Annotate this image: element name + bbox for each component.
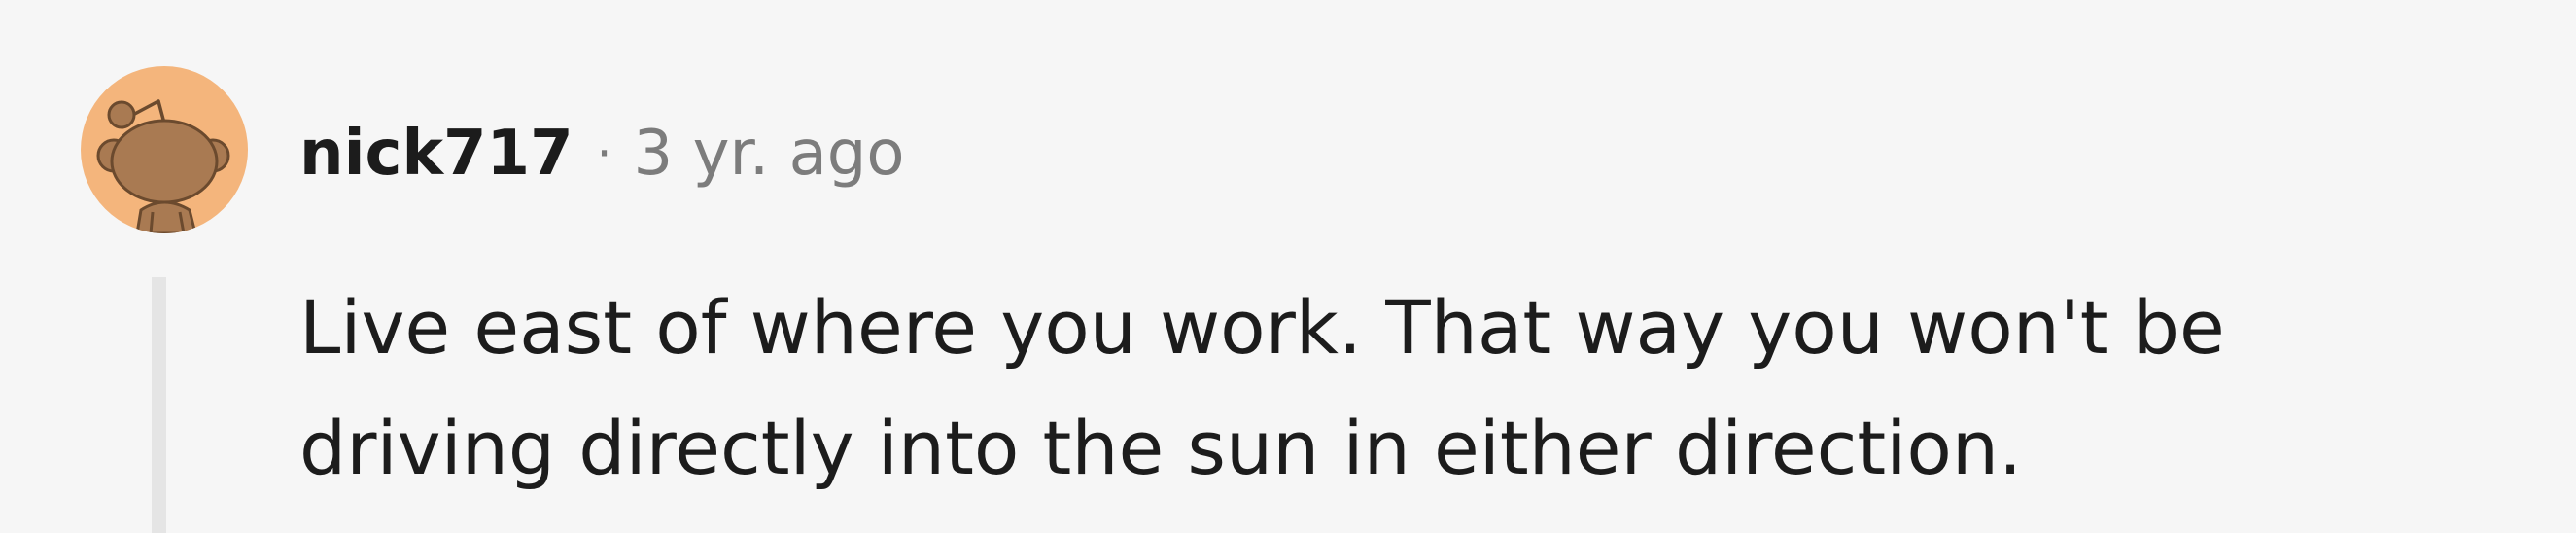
- thread-line[interactable]: [152, 277, 166, 533]
- comment-body: Live east of where you work. That way yo…: [299, 267, 2487, 509]
- username-link[interactable]: nick717: [299, 118, 574, 190]
- avatar[interactable]: [81, 66, 248, 233]
- comment-meta: nick717 · 3 yr. ago: [299, 115, 905, 193]
- meta-separator: ·: [596, 125, 612, 182]
- comment-body-line: driving directly into the sun in either …: [299, 405, 2023, 491]
- snoo-avatar-icon: [96, 99, 230, 233]
- comment: nick717 · 3 yr. ago Live east of where y…: [0, 0, 2576, 533]
- comment-body-line: Live east of where you work. That way yo…: [299, 284, 2225, 371]
- comment-timestamp[interactable]: 3 yr. ago: [634, 118, 905, 190]
